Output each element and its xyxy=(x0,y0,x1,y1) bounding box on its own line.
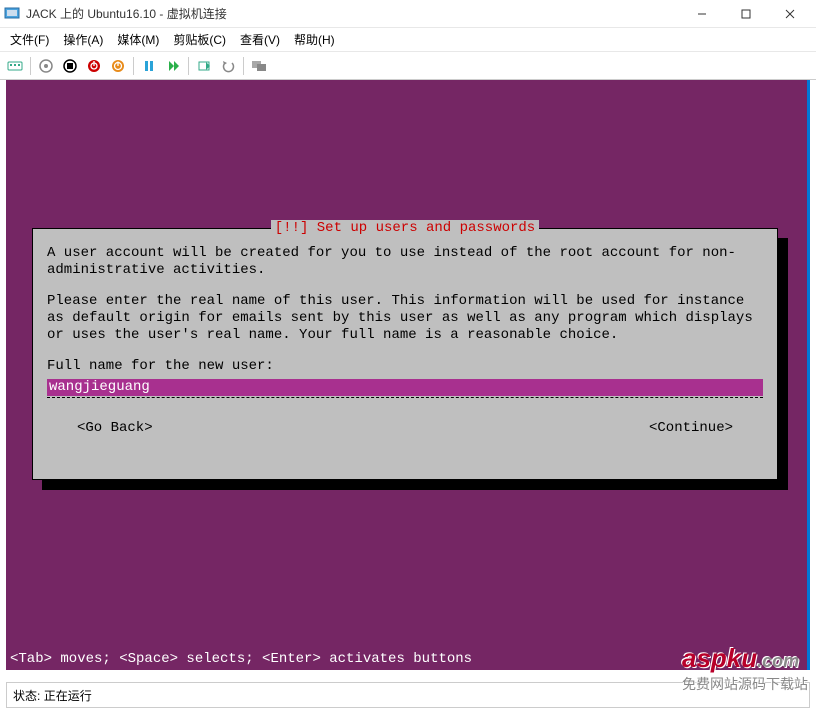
menu-media[interactable]: 媒体(M) xyxy=(111,29,165,50)
window-controls xyxy=(680,1,812,27)
shutdown-button[interactable] xyxy=(83,55,105,77)
toolbar-separator xyxy=(30,57,31,75)
toolbar xyxy=(0,52,816,80)
maximize-button[interactable] xyxy=(724,1,768,27)
installer-screen: [!!] Set up users and passwords A user a… xyxy=(6,80,810,670)
vm-display[interactable]: [!!] Set up users and passwords A user a… xyxy=(6,80,810,670)
dialog-paragraph-1: A user account will be created for you t… xyxy=(47,245,763,279)
dialog-paragraph-2: Please enter the real name of this user.… xyxy=(47,293,763,344)
input-fill xyxy=(152,379,763,396)
toolbar-separator xyxy=(188,57,189,75)
ctrl-alt-del-button[interactable] xyxy=(4,55,26,77)
status-value: 正在运行 xyxy=(44,687,92,704)
window-title: JACK 上的 Ubuntu16.10 - 虚拟机连接 xyxy=(26,5,680,22)
reset-button[interactable] xyxy=(162,55,184,77)
menu-help[interactable]: 帮助(H) xyxy=(288,29,341,50)
menu-view[interactable]: 查看(V) xyxy=(234,29,286,50)
statusbar: 状态: 正在运行 xyxy=(6,682,810,708)
minimize-button[interactable] xyxy=(680,1,724,27)
revert-button[interactable] xyxy=(217,55,239,77)
enhanced-session-button[interactable] xyxy=(248,55,270,77)
go-back-button[interactable]: <Go Back> xyxy=(77,420,153,437)
close-button[interactable] xyxy=(768,1,812,27)
checkpoint-button[interactable] xyxy=(193,55,215,77)
save-button[interactable] xyxy=(107,55,129,77)
help-line: <Tab> moves; <Space> selects; <Enter> ac… xyxy=(6,649,476,670)
menubar: 文件(F) 操作(A) 媒体(M) 剪贴板(C) 查看(V) 帮助(H) xyxy=(0,28,816,52)
turnoff-button[interactable] xyxy=(59,55,81,77)
titlebar: JACK 上的 Ubuntu16.10 - 虚拟机连接 xyxy=(0,0,816,28)
fullname-value: wangjieguang xyxy=(47,379,152,396)
app-icon xyxy=(4,6,20,22)
dialog-prompt: Full name for the new user: xyxy=(47,358,763,375)
dialog-title: [!!] Set up users and passwords xyxy=(271,220,539,237)
input-underline xyxy=(47,397,763,398)
continue-button[interactable]: <Continue> xyxy=(649,420,733,437)
menu-clipboard[interactable]: 剪贴板(C) xyxy=(167,29,232,50)
pause-button[interactable] xyxy=(138,55,160,77)
toolbar-separator xyxy=(243,57,244,75)
menu-action[interactable]: 操作(A) xyxy=(57,29,109,50)
fullname-input[interactable]: wangjieguang xyxy=(47,379,763,396)
menu-file[interactable]: 文件(F) xyxy=(4,29,55,50)
start-button[interactable] xyxy=(35,55,57,77)
toolbar-separator xyxy=(133,57,134,75)
status-label: 状态: xyxy=(13,687,40,704)
installer-dialog: [!!] Set up users and passwords A user a… xyxy=(32,228,778,480)
